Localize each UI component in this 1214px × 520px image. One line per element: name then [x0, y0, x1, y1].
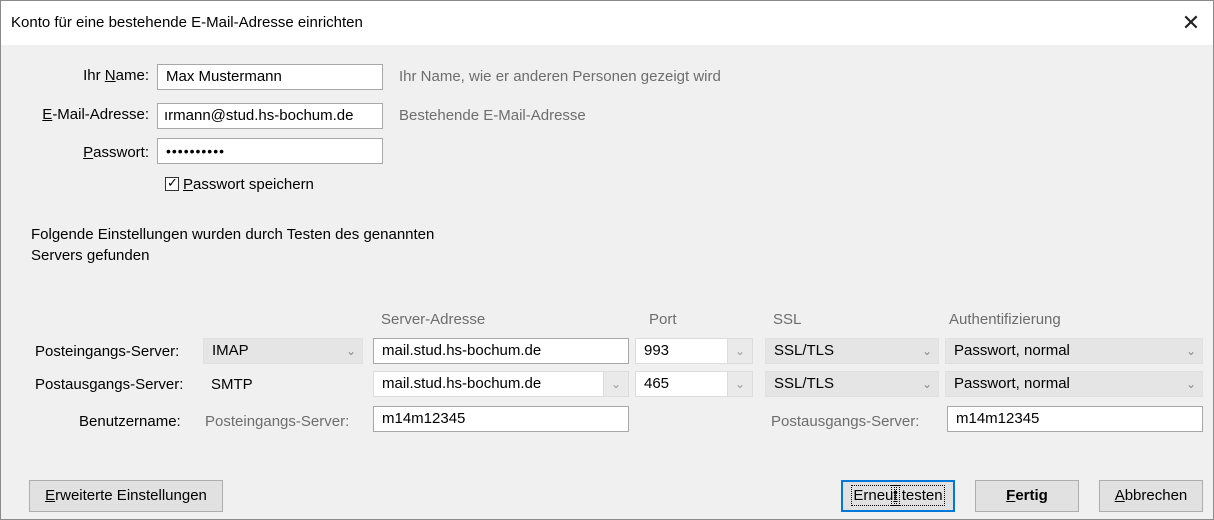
chevron-down-icon: ⌄ [727, 372, 752, 396]
cancel-button[interactable]: Abbrechen [1099, 480, 1203, 512]
password-field[interactable]: •••••••••• [157, 138, 383, 164]
header-server-address: Server-Adresse [381, 311, 486, 328]
advanced-settings-button[interactable]: Erweiterte Einstellungen [29, 480, 223, 512]
dialog-title: Konto für eine bestehende E-Mail-Adresse… [11, 14, 363, 31]
incoming-auth-select[interactable]: Passwort, normal ⌄ [945, 338, 1203, 364]
outgoing-port-select[interactable]: 465 ⌄ [635, 371, 753, 397]
incoming-port-select[interactable]: 993 ⌄ [635, 338, 753, 364]
title-bar: Konto für eine bestehende E-Mail-Adresse… [1, 1, 1213, 45]
outgoing-server-value: mail.stud.hs-bochum.de [382, 375, 542, 392]
username-incoming-label: Posteingangs-Server: [205, 413, 350, 430]
incoming-protocol-value: IMAP [212, 342, 249, 359]
incoming-protocol-select[interactable]: IMAP ⌄ [203, 338, 363, 364]
chevron-down-icon: ⌄ [1185, 344, 1196, 358]
name-label: Ihr Name: [83, 67, 149, 84]
done-button[interactable]: Fertig [975, 480, 1079, 512]
header-ssl: SSL [773, 311, 802, 328]
outgoing-ssl-value: SSL/TLS [774, 375, 835, 392]
username-incoming-field[interactable]: m14m12345 [373, 406, 629, 432]
found-message-line-1: Folgende Einstellungen wurden durch Test… [31, 226, 435, 243]
outgoing-protocol: SMTP [211, 376, 253, 393]
outgoing-server-label: Postausgangs-Server: [35, 376, 184, 393]
outgoing-server-select[interactable]: mail.stud.hs-bochum.de ⌄ [373, 371, 629, 397]
email-label: E-Mail-Adresse: [42, 106, 149, 123]
outgoing-port-value: 465 [644, 375, 670, 392]
name-field[interactable]: Max Mustermann [157, 64, 383, 90]
chevron-down-icon: ⌄ [921, 344, 932, 358]
incoming-ssl-select[interactable]: SSL/TLS ⌄ [765, 338, 939, 364]
chevron-down-icon: ⌄ [345, 344, 356, 358]
username-outgoing-label: Postausgangs-Server: [771, 413, 920, 430]
outgoing-auth-value: Passwort, normal [954, 375, 1070, 392]
incoming-auth-value: Passwort, normal [954, 342, 1070, 359]
name-hint: Ihr Name, wie er anderen Personen gezeig… [399, 68, 721, 85]
outgoing-ssl-select[interactable]: SSL/TLS ⌄ [765, 371, 939, 397]
incoming-server-label: Posteingangs-Server: [35, 343, 180, 360]
email-field[interactable]: ırmann@stud.hs-bochum.de [157, 103, 383, 129]
account-setup-dialog: Konto für eine bestehende E-Mail-Adresse… [0, 0, 1214, 520]
retest-button[interactable]: Erneut testen [841, 480, 955, 512]
header-authentication: Authentifizierung [949, 311, 1061, 328]
email-hint: Bestehende E-Mail-Adresse [399, 107, 586, 124]
chevron-down-icon: ⌄ [921, 377, 932, 391]
found-message-line-2: Servers gefunden [31, 247, 150, 264]
password-label: Passwort: [83, 144, 149, 161]
chevron-down-icon: ⌄ [603, 372, 628, 396]
username-outgoing-field[interactable]: m14m12345 [947, 406, 1203, 432]
close-icon[interactable]: ✕ [1175, 7, 1207, 39]
incoming-server-field[interactable]: mail.stud.hs-bochum.de [373, 338, 629, 364]
incoming-ssl-value: SSL/TLS [774, 342, 835, 359]
username-label: Benutzername: [79, 413, 181, 430]
header-port: Port [649, 311, 677, 328]
remember-password-label[interactable]: Passwort speichern [183, 176, 314, 193]
chevron-down-icon: ⌄ [1185, 377, 1196, 391]
chevron-down-icon: ⌄ [727, 339, 752, 363]
check-icon: ✓ [167, 175, 178, 190]
remember-password-checkbox[interactable]: ✓ [165, 175, 179, 191]
outgoing-auth-select[interactable]: Passwort, normal ⌄ [945, 371, 1203, 397]
incoming-port-value: 993 [644, 342, 670, 359]
